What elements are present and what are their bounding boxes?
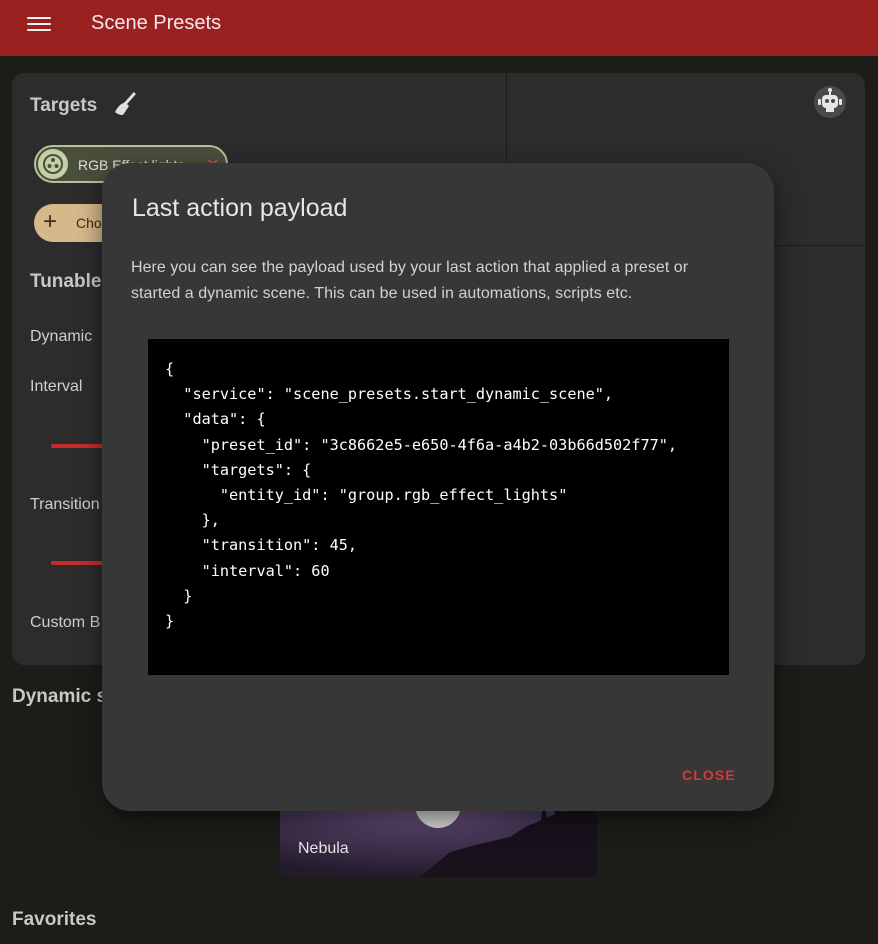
interval-label: Interval bbox=[30, 378, 83, 395]
dialog-description: Here you can see the payload used by you… bbox=[131, 259, 689, 302]
transition-label: Transition bbox=[30, 496, 100, 513]
close-button[interactable]: CLOSE bbox=[682, 767, 736, 783]
plus-icon: + bbox=[43, 208, 58, 235]
broom-icon[interactable] bbox=[112, 92, 138, 118]
payload-code-block: { "service": "scene_presets.start_dynami… bbox=[148, 339, 729, 675]
menu-icon[interactable] bbox=[27, 14, 51, 32]
dynamic-scenes-title: Dynamic s bbox=[12, 686, 108, 707]
app-bar: Scene Presets bbox=[0, 0, 878, 56]
dialog-title: Last action payload bbox=[132, 194, 348, 222]
payload-dialog: Last action payload Here you can see the… bbox=[102, 163, 774, 811]
payload-code: { "service": "scene_presets.start_dynami… bbox=[165, 360, 678, 631]
dynamic-label: Dynamic bbox=[30, 328, 93, 345]
targets-title: Targets bbox=[30, 95, 98, 116]
custom-brightness-label: Custom B bbox=[30, 614, 101, 631]
tunable-title: Tunable bbox=[30, 271, 102, 292]
app-title: Scene Presets bbox=[91, 12, 222, 34]
robot-icon[interactable] bbox=[814, 86, 846, 118]
group-icon bbox=[38, 149, 68, 179]
favorites-title: Favorites bbox=[12, 909, 97, 930]
scene-tile-label: Nebula bbox=[298, 840, 349, 857]
